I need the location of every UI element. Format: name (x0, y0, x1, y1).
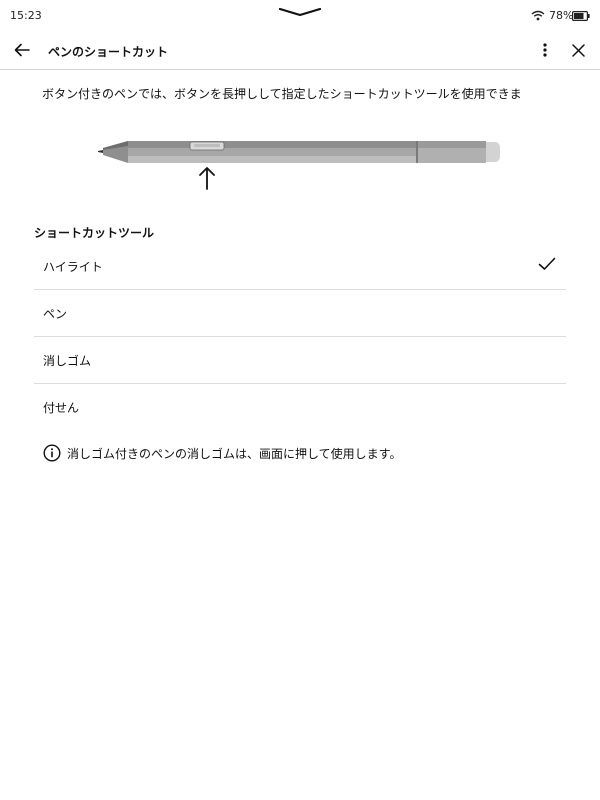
pull-down-handle-icon[interactable] (279, 7, 321, 17)
arrow-up-icon (199, 167, 215, 190)
header-bar: ペンのショートカット (0, 32, 600, 70)
more-options-button[interactable] (534, 38, 556, 62)
status-bar: 15:23 78% (0, 0, 600, 32)
tool-label: 付せん (43, 401, 80, 415)
status-time: 15:23 (10, 9, 42, 22)
info-text: 消しゴム付きのペンの消しゴムは、画面に押して使用します。 (67, 446, 402, 461)
tool-label: ペン (43, 307, 68, 321)
section-heading: ショートカットツール (34, 226, 155, 240)
battery-percent: 78% (549, 9, 574, 22)
more-vertical-icon (543, 43, 547, 57)
arrow-left-icon (14, 43, 30, 57)
check-icon (538, 257, 556, 270)
close-icon (571, 43, 585, 57)
info-note: 消しゴム付きのペンの消しゴムは、画面に押して使用します。 (43, 444, 401, 462)
tool-item-sticky-note[interactable]: 付せん (34, 384, 566, 430)
back-button[interactable] (10, 38, 34, 62)
tool-item-highlight[interactable]: ハイライト (34, 243, 566, 290)
info-icon (43, 444, 61, 462)
battery-icon (572, 11, 590, 21)
page-title: ペンのショートカット (48, 45, 169, 59)
wifi-icon (531, 10, 545, 21)
close-button[interactable] (566, 38, 590, 62)
shortcut-tool-list: ハイライト ペン 消しゴム 付せん (34, 243, 566, 430)
tool-label: 消しゴム (43, 354, 92, 368)
description-text: ボタン付きのペンでは、ボタンを長押しして指定したショートカットツールを使用できま (42, 87, 522, 101)
tool-label: ハイライト (43, 260, 103, 274)
pen-illustration (98, 141, 500, 163)
tool-item-pen[interactable]: ペン (34, 290, 566, 337)
tool-item-eraser[interactable]: 消しゴム (34, 337, 566, 384)
